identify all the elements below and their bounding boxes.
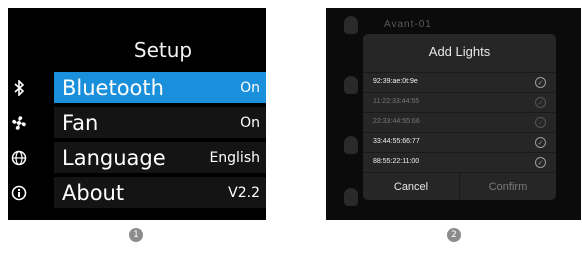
bulb-icon: [344, 76, 358, 94]
device-row[interactable]: 92:39:ae:0t:9e ✓: [363, 72, 556, 92]
menu-item-label: About: [62, 180, 125, 205]
menu-item-label: Bluetooth: [62, 75, 164, 100]
checkmark-icon[interactable]: ✓: [535, 157, 546, 168]
menu-item-language[interactable]: Language English: [8, 142, 266, 173]
menu-item-about[interactable]: About V2.2: [8, 177, 266, 208]
confirm-button[interactable]: Confirm: [460, 173, 556, 200]
bulb-icon: [344, 188, 358, 206]
bulb-icon: [344, 136, 358, 154]
add-lights-dialog: Add Lights 92:39:ae:0t:9e ✓ 11:22:33:44:…: [363, 34, 556, 200]
menu-item-value: On: [240, 114, 260, 131]
device-address: 22:33:44:55:66: [373, 118, 420, 125]
device-address: 88:55:22:11:00: [373, 158, 420, 165]
menu-item-value: English: [209, 149, 260, 166]
menu-item-bluetooth[interactable]: Bluetooth On: [8, 72, 266, 103]
device-row[interactable]: 22:33:44:55:66 ✓: [363, 112, 556, 132]
checkmark-icon[interactable]: ✓: [535, 97, 546, 108]
device-address: 92:39:ae:0t:9e: [373, 78, 418, 85]
bulb-icon: [344, 16, 358, 34]
menu-item-value: On: [240, 79, 260, 96]
menu-item-label: Fan: [62, 110, 99, 135]
menu-item-fan[interactable]: Fan On: [8, 107, 266, 138]
fan-icon: [8, 107, 30, 138]
device-row[interactable]: 11:22:33:44:55 ✓: [363, 92, 556, 112]
checkmark-icon[interactable]: ✓: [535, 137, 546, 148]
setup-title: Setup: [133, 38, 193, 62]
checkmark-icon[interactable]: ✓: [535, 77, 546, 88]
step-badge: 2: [447, 228, 461, 242]
cancel-button[interactable]: Cancel: [363, 173, 460, 200]
bluetooth-icon: [8, 72, 30, 103]
menu-item-label: Language: [62, 145, 166, 170]
background-title: Avant-01: [384, 19, 432, 30]
checkmark-icon[interactable]: ✓: [535, 117, 546, 128]
device-row[interactable]: 88:55:22:11:00 ✓: [363, 152, 556, 172]
globe-icon: [8, 142, 30, 173]
device-row[interactable]: 33:44:55:66:77 ✓: [363, 132, 556, 152]
device-address: 33:44:55:66:77: [373, 138, 420, 145]
dialog-buttons: Cancel Confirm: [363, 172, 556, 200]
dialog-title: Add Lights: [428, 44, 491, 59]
device-address: 11:22:33:44:55: [373, 98, 420, 105]
add-lights-screen: Avant-01 Add Lights 92:39:ae:0t:9e ✓ 11:…: [326, 8, 581, 220]
step-badge: 1: [129, 228, 143, 242]
menu-item-value: V2.2: [228, 184, 260, 201]
info-icon: [8, 177, 30, 208]
setup-screen: Setup Bluetooth On Fan On Language Engli…: [8, 8, 266, 220]
